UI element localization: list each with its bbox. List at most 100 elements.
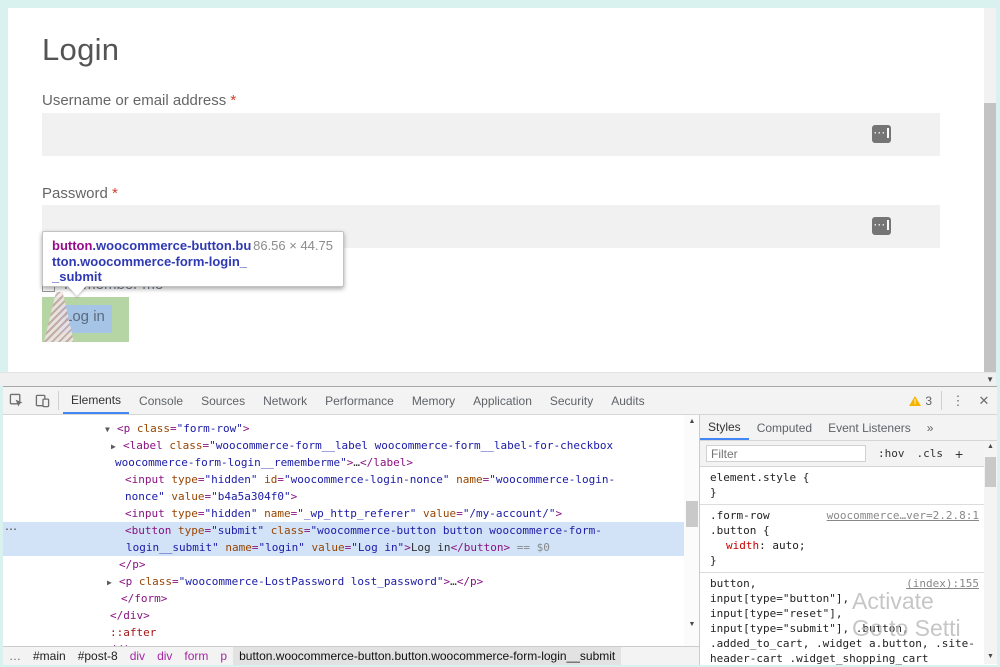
styles-sidebar: StylesComputedEvent Listeners» :hov .cls…	[699, 415, 997, 665]
input-autofill-icon[interactable]: ···	[872, 125, 891, 143]
breadcrumb-item[interactable]: …	[3, 647, 27, 665]
styles-tab-event-listeners[interactable]: Event Listeners	[820, 415, 919, 440]
styles-tab-»[interactable]: »	[919, 415, 942, 440]
rule-selector-line[interactable]: header-cart .widget_shopping_cart	[700, 651, 985, 665]
code-token: woocommerce-form-login__rememberme"	[115, 456, 347, 469]
code-token: == $0	[510, 541, 550, 554]
devtools-tab-sources[interactable]: Sources	[193, 387, 253, 414]
rule-selector-line[interactable]: input[type="button"],	[700, 591, 985, 606]
code-token: <button	[125, 524, 178, 537]
rule-selector-line[interactable]: input[type="submit"], .button,	[700, 621, 985, 636]
toggle-hover-state-button[interactable]: :hov	[878, 447, 905, 460]
dom-tree-line[interactable]: <input type="hidden" name="_wp_http_refe…	[3, 505, 684, 522]
breadcrumb-item[interactable]: div	[124, 647, 151, 665]
devtools-close-icon[interactable]: ✕	[971, 387, 997, 414]
dom-tree-line[interactable]: ▶<p class="woocommerce-LostPassword lost…	[3, 573, 684, 590]
code-token: Log in	[411, 541, 451, 554]
breadcrumb-item[interactable]: #post-8	[72, 647, 124, 665]
dom-tree-line[interactable]: ▶<label class="woocommerce-form__label w…	[3, 437, 684, 454]
css-property[interactable]: width: auto;	[700, 538, 985, 553]
styles-filter-input[interactable]	[706, 445, 866, 462]
styles-tab-strip: StylesComputedEvent Listeners»	[700, 415, 997, 441]
rule-selector-line[interactable]: .added_to_cart, .widget a.button, .site-	[700, 636, 985, 651]
styles-tab-styles[interactable]: Styles	[700, 415, 749, 440]
stylesheet-link[interactable]: woocommerce…ver=2.2.8:1	[827, 508, 979, 523]
code-token: ::after	[110, 626, 156, 639]
code-token: type	[171, 473, 198, 486]
dom-tree-line[interactable]: </form>	[3, 590, 684, 607]
page-vertical-scrollbar[interactable]	[984, 8, 996, 372]
rule-selector-line[interactable]: element.style {	[700, 470, 985, 485]
inspect-tooltip-caret	[68, 286, 86, 296]
page-vertical-scrollbar-thumb[interactable]	[984, 103, 996, 372]
devtools-tab-elements[interactable]: Elements	[63, 387, 129, 414]
inspect-tooltip-dimensions: 86.56 × 44.75	[253, 238, 333, 280]
code-token: id	[257, 473, 277, 486]
breadcrumb-item[interactable]: p	[214, 647, 233, 665]
toggle-class-button[interactable]: .cls	[917, 447, 944, 460]
code-token: "hidden"	[204, 507, 257, 520]
scroll-up-icon[interactable]: ▲	[684, 418, 700, 425]
devtools-tab-console[interactable]: Console	[131, 387, 191, 414]
scroll-down-icon[interactable]: ▼	[684, 621, 700, 628]
stylesheet-link[interactable]: (index):155	[906, 576, 979, 591]
username-input[interactable]	[42, 113, 940, 156]
page-title: Login	[42, 32, 119, 68]
scroll-down-icon[interactable]: ▼	[986, 375, 994, 384]
code-token: </p>	[457, 575, 484, 588]
dom-tree-line[interactable]: woocommerce-form-login__rememberme">…</l…	[3, 454, 684, 471]
dom-tree-line-selected[interactable]: <button type="submit" class="woocommerce…	[3, 522, 684, 539]
code-token: </p>	[119, 558, 146, 571]
rule-selector-line[interactable]: input[type="reset"],	[700, 606, 985, 621]
warnings-button[interactable]: ! 3	[903, 387, 938, 414]
expand-arrow-icon[interactable]: ▼	[105, 421, 117, 438]
code-token: =	[456, 507, 463, 520]
devtools-tab-application[interactable]: Application	[465, 387, 540, 414]
dom-tree-line[interactable]: </p>	[3, 556, 684, 573]
code-token: nonce"	[125, 490, 165, 503]
overlay-gutter-dots-icon[interactable]: ⋯	[5, 522, 17, 539]
toolbar-divider	[58, 391, 59, 410]
code-token: "login"	[258, 541, 304, 554]
devtools-toolbar: ElementsConsoleSourcesNetworkPerformance…	[3, 387, 997, 415]
breadcrumb-item[interactable]: div	[151, 647, 178, 665]
rule-selector-line[interactable]: .button {	[700, 523, 985, 538]
devtools-tab-memory[interactable]: Memory	[404, 387, 463, 414]
dom-tree-line[interactable]: </div>	[3, 607, 684, 624]
expand-arrow-icon[interactable]: ▶	[111, 438, 123, 455]
input-autofill-icon[interactable]: ···	[872, 217, 891, 235]
devtools-tab-security[interactable]: Security	[542, 387, 601, 414]
devtools-tab-performance[interactable]: Performance	[317, 387, 402, 414]
code-token: name	[257, 507, 290, 520]
styles-tab-computed[interactable]: Computed	[749, 415, 820, 440]
devtools-tab-network[interactable]: Network	[255, 387, 315, 414]
dom-tree-line[interactable]: ::after	[3, 624, 684, 641]
elements-scrollbar-thumb[interactable]	[686, 501, 698, 527]
styles-scrollbar-thumb[interactable]	[985, 457, 996, 487]
breadcrumb-item-selected[interactable]: button.woocommerce-button.button.woocomm…	[233, 647, 621, 665]
code-token: "submit"	[211, 524, 264, 537]
dom-tree: ▼<p class="form-row">▶<label class="wooc…	[3, 420, 684, 646]
device-toolbar-icon[interactable]	[29, 387, 55, 414]
new-style-rule-button[interactable]: +	[955, 446, 963, 462]
styles-scrollbar[interactable]: ▲ ▼	[984, 441, 997, 664]
code-token: type	[178, 524, 205, 537]
inspect-element-icon[interactable]	[3, 387, 29, 414]
elements-scrollbar[interactable]: ▲ ▼	[684, 415, 700, 646]
scroll-down-icon[interactable]: ▼	[984, 653, 997, 660]
login-button-label: Log in	[64, 308, 105, 325]
scroll-up-icon[interactable]: ▲	[984, 443, 997, 450]
dom-tree-line[interactable]: <input type="hidden" id="woocommerce-log…	[3, 471, 684, 488]
expand-arrow-icon[interactable]: ▶	[107, 574, 119, 591]
css-property-name: width	[726, 539, 759, 552]
code-token: class	[264, 524, 304, 537]
breadcrumb-item[interactable]: form	[178, 647, 214, 665]
dom-tree-line[interactable]: ▼<p class="form-row">	[3, 420, 684, 437]
devtools-menu-icon[interactable]: ⋮	[945, 387, 971, 414]
devtools-tab-audits[interactable]: Audits	[603, 387, 652, 414]
dom-tree-line-selected[interactable]: login__submit" name="login" value="Log i…	[3, 539, 684, 556]
style-rule: element.style {}	[700, 467, 985, 505]
breadcrumb-item[interactable]: #main	[27, 647, 72, 665]
page-horizontal-scrollbar[interactable]: ▼	[0, 372, 996, 386]
dom-tree-line[interactable]: nonce" value="b4a5a304f0">	[3, 488, 684, 505]
